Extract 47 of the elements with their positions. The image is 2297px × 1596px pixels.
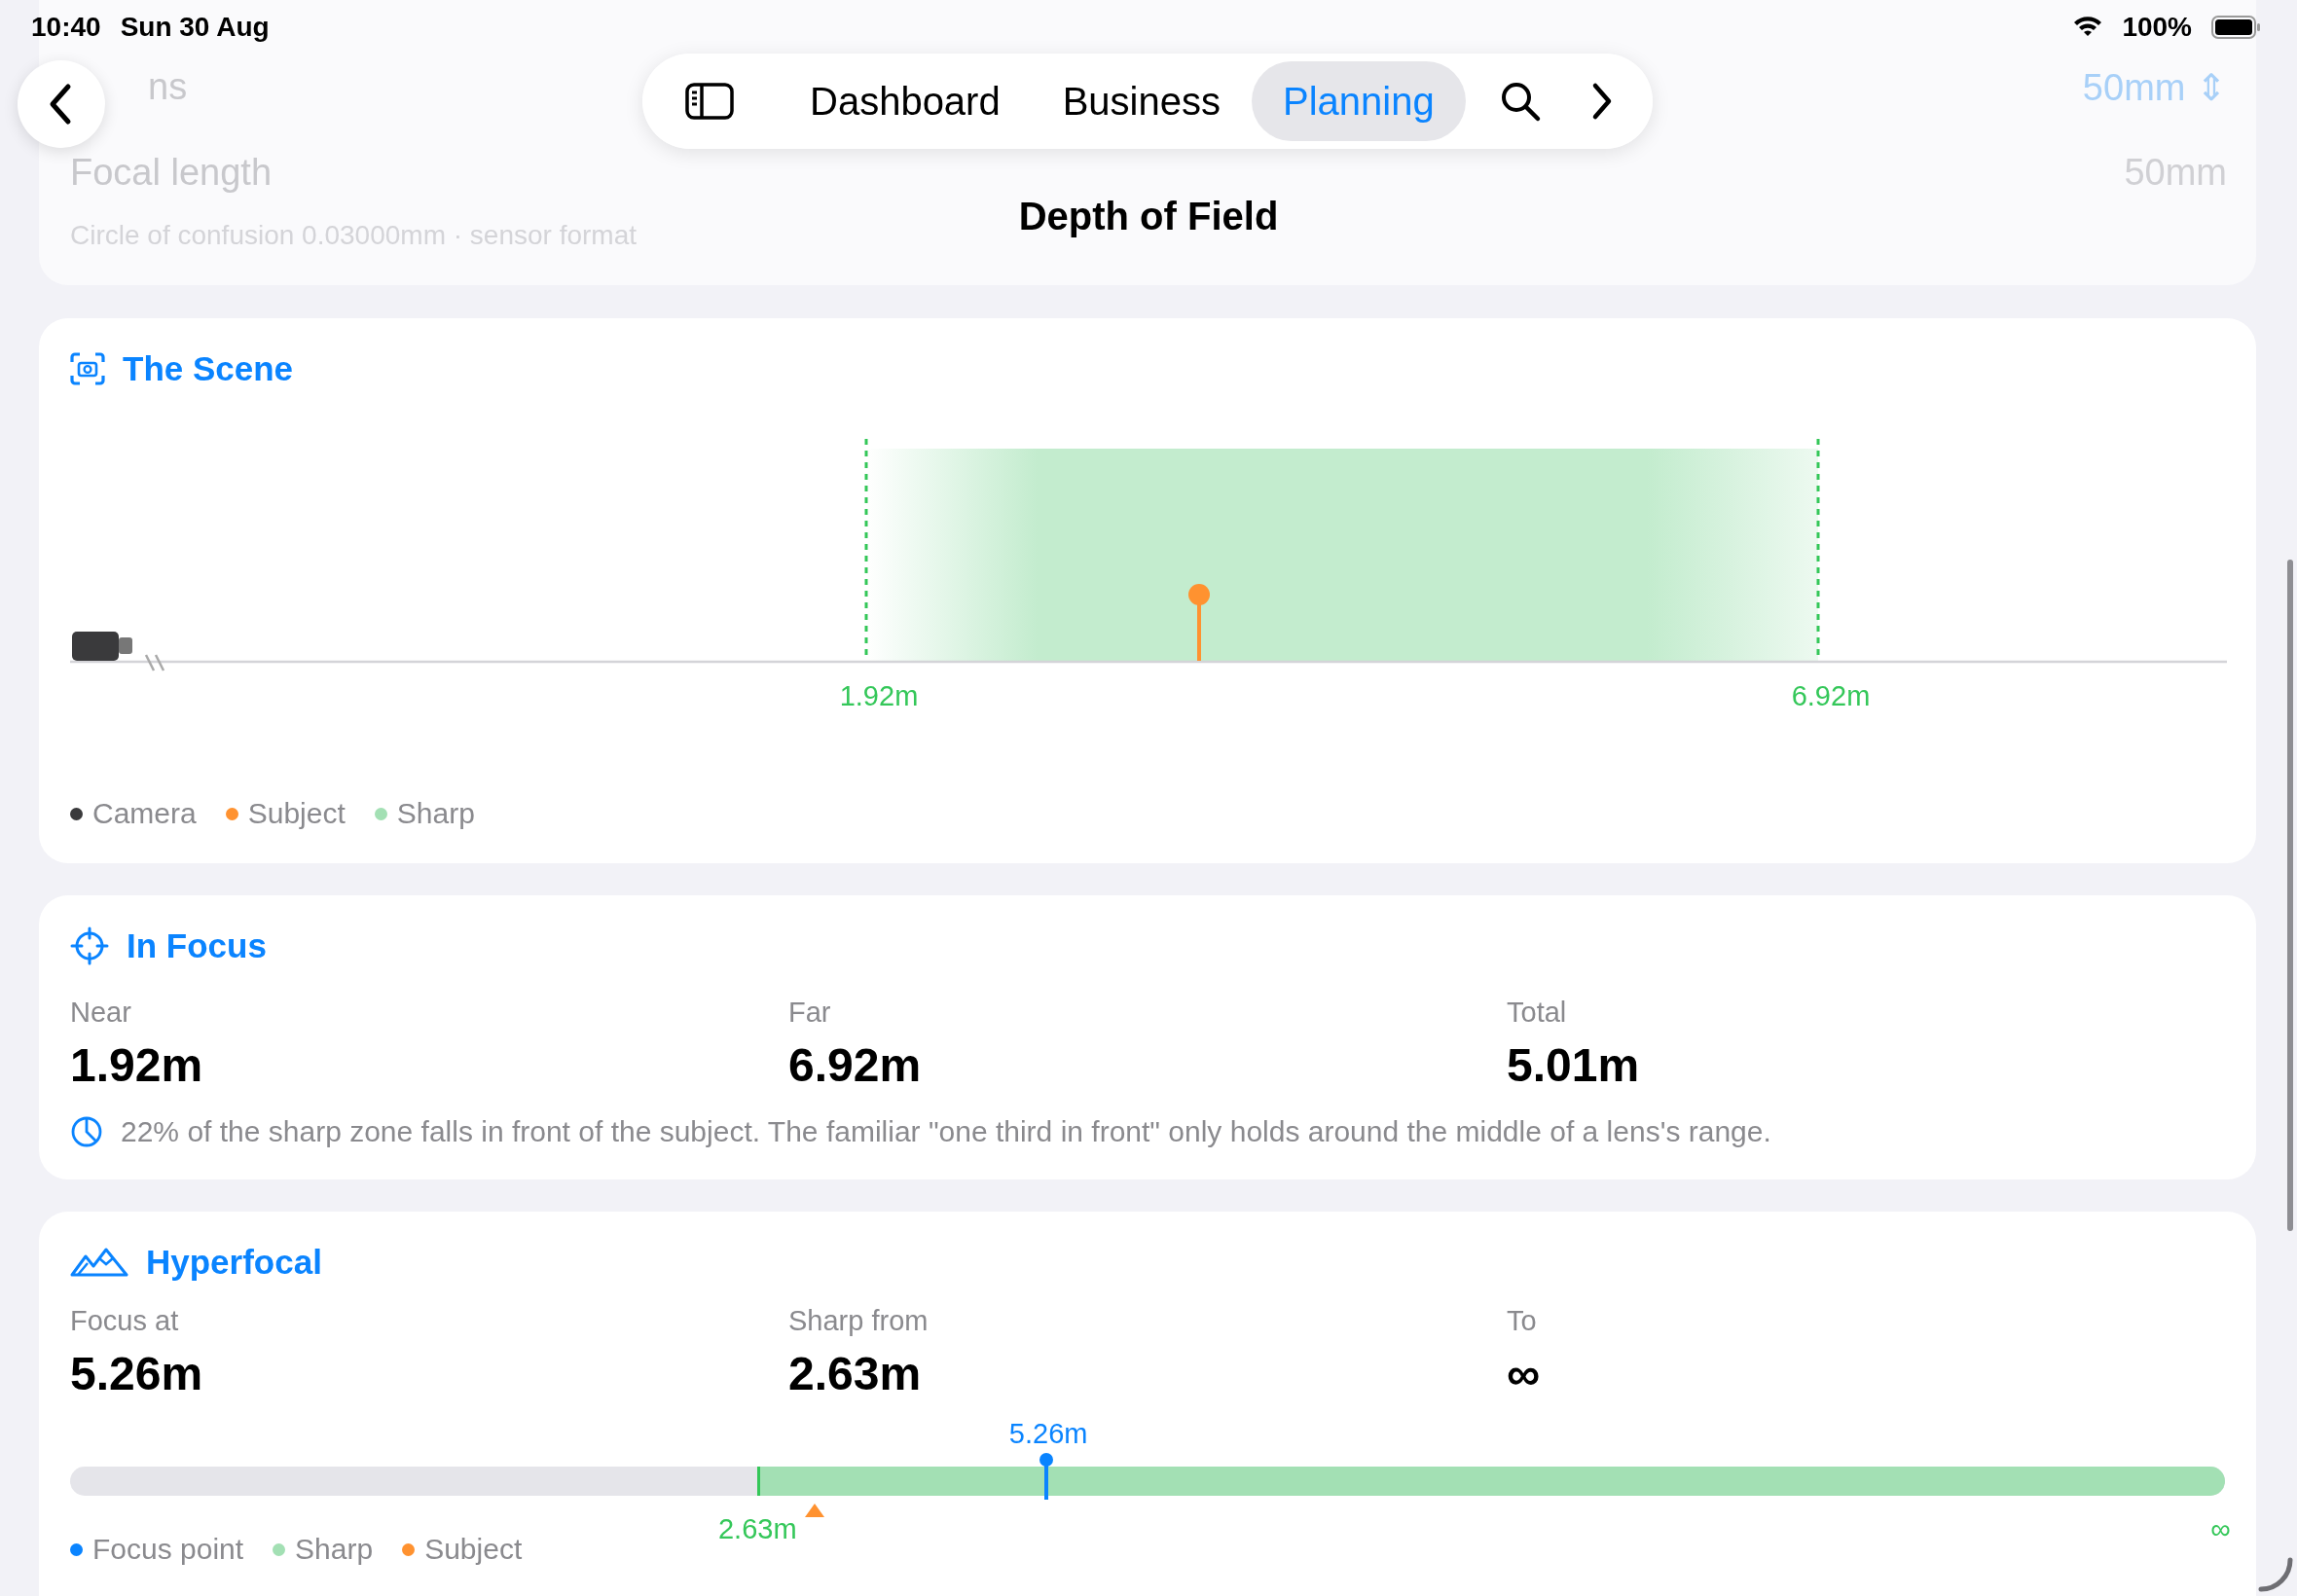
subject-marker-icon: [804, 1504, 824, 1517]
sharp-from-label: 2.63m: [717, 1513, 797, 1545]
status-time: 10:40: [31, 12, 101, 43]
legend-label: Subject: [247, 797, 346, 830]
section-heading: In Focus: [127, 926, 267, 965]
focus-label: 5.26m: [1008, 1418, 1088, 1450]
tab[interactable]: Business: [1031, 61, 1252, 141]
stat-label: Far: [788, 997, 832, 1029]
legend-label: Subject: [424, 1533, 523, 1566]
distance-label: 1.92m: [839, 680, 919, 711]
tab[interactable]: Dashboard: [779, 61, 1032, 141]
scrollbar[interactable]: [2287, 560, 2293, 1231]
legend-label: Sharp: [396, 797, 475, 830]
mountains-icon: [70, 1247, 128, 1278]
stat-value: 6.92m: [788, 1038, 923, 1092]
focus-marker: [1039, 1453, 1054, 1500]
battery-icon: [2211, 16, 2262, 39]
battery-percent: 100%: [2122, 12, 2192, 43]
stat-label: Focus at: [70, 1305, 180, 1337]
setting-value: 50mm ⇕: [2082, 66, 2227, 109]
wifi-icon: [2073, 17, 2103, 38]
page-title: Depth of Field: [1018, 195, 1279, 238]
stat-label: Total: [1507, 997, 1568, 1029]
stat-value: 1.92m: [70, 1038, 204, 1092]
stat-label: Near: [70, 997, 132, 1029]
camera-viewfinder-icon: [70, 352, 105, 385]
stat-label: Sharp from: [788, 1305, 930, 1337]
sidebar-icon[interactable]: [685, 82, 734, 121]
status-date: Sun 30 Aug: [120, 12, 270, 43]
section-heading: The Scene: [123, 349, 294, 388]
distance-break-icon: [144, 654, 165, 671]
stat-label: To: [1507, 1305, 1538, 1337]
stat-value: 5.01m: [1507, 1038, 1641, 1092]
legend-label: Focus point: [92, 1533, 244, 1566]
distance-label: 6.92m: [1791, 680, 1871, 711]
stat-value: 2.63m: [788, 1347, 923, 1400]
stat-value: 5.26m: [70, 1347, 204, 1400]
legend-label: Sharp: [295, 1533, 374, 1566]
crosshair-icon: [70, 926, 109, 965]
info-note: 22% of the sharp zone falls in front of the subject. The familiar "one third in front" only holds around the middle of a lens's range.: [121, 1115, 1771, 1148]
stat-value: ∞: [1507, 1347, 1542, 1400]
infinity-label: ∞: [2210, 1513, 2231, 1545]
camera-icon: [72, 632, 132, 661]
resize-handle-icon[interactable]: [2258, 1557, 2293, 1592]
section-heading: Hyperfocal: [146, 1243, 322, 1282]
legend-label: Camera: [92, 797, 197, 830]
pie-chart-icon: [70, 1115, 103, 1148]
